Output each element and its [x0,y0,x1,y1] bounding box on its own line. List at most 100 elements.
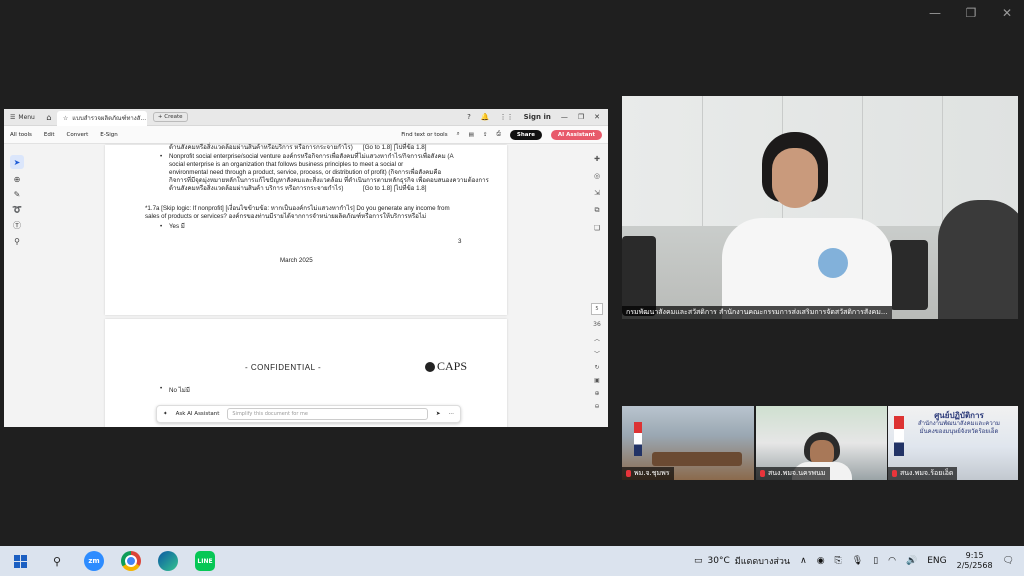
ask-ai-bar: ✦ Ask AI Assistant Simplify this documen… [156,405,461,423]
zoom-tray-icon[interactable]: ◉ [817,556,825,566]
zoom-app-icon[interactable]: zm [84,551,104,571]
edit-button[interactable]: Edit [44,132,55,138]
share-button[interactable]: Share [509,129,542,140]
convert-button[interactable]: Convert [67,132,89,138]
chevron-down-icon[interactable]: ﹀ [594,349,600,358]
find-text-field[interactable]: Find text or tools [401,132,447,138]
date: 2/5/2568 [956,561,993,570]
all-tools-button[interactable]: All tools [10,132,32,138]
print-icon[interactable]: ⎙ [496,131,500,138]
bell-icon[interactable]: 🔔 [481,113,490,121]
apps-icon[interactable]: ⋮⋮ [500,113,514,121]
comment-icon[interactable]: ✚ [594,155,600,163]
chevron-up-icon[interactable]: ︿ [594,334,600,343]
sign-in-link[interactable]: Sign in [524,113,551,121]
language-indicator[interactable]: ENG [927,556,946,566]
weather-widget[interactable]: ▭ 30°C มีแดดบางส่วน [694,554,790,568]
active-speaker-video[interactable]: กรมพัฒนาสังคมและสวัสดิการ สำนักงานคณะกรร… [622,96,1018,319]
participant-tile[interactable]: พม.จ.ชุมพร [622,406,754,480]
start-button[interactable] [10,551,30,571]
ask-ai-input[interactable]: Simplify this document for me [227,408,428,420]
star-icon[interactable]: ☆ [63,115,68,122]
windows-taskbar: ⚲ zm LINE ▭ 30°C มีแดดบางส่วน ∧ ◉ ⎘ 🎙 ▯ … [0,546,1024,576]
copy-icon[interactable]: ❏ [594,224,600,232]
save-icon[interactable]: ▣ [594,377,600,384]
minimize-icon[interactable]: — [928,6,942,20]
logo-icon [425,361,435,372]
meeting-window-controls: — ❐ ✕ [928,6,1014,20]
blind-line [942,96,943,226]
zoom-icon[interactable]: ⊕ [14,175,21,184]
participant-name-label: พม.จ.ชุมพร [622,467,674,480]
text-line: ด้านสังคมหรือสิ่งแวดล้อมผ่านสินค้า บริกา… [169,185,344,192]
weather-icon: ▭ [694,556,703,566]
body [722,218,892,319]
lasso-icon[interactable]: ➰ [12,205,22,214]
zoom-out-icon[interactable]: ⊖ [594,403,599,410]
chevron-up-icon[interactable]: ∧ [800,556,807,566]
ai-assistant-button[interactable]: AI Assistant [550,129,602,140]
document-tab[interactable]: ☆ แบบสำรวจผลิตภัณฑ์ทางสั... ✕ [56,110,147,126]
more-icon[interactable]: ⋯ [449,411,455,417]
send-icon[interactable]: ➤ [436,411,441,417]
weather-text: มีแดดบางส่วน [734,557,791,567]
battery-icon[interactable]: ▯ [873,556,878,566]
current-page-field[interactable]: 5 [591,303,603,315]
rotate-icon[interactable]: ↻ [594,364,599,371]
hamburger-icon: ☰ [10,113,16,121]
pages-icon[interactable]: ⧉ [595,206,600,215]
upload-icon[interactable]: ⇪ [483,132,488,138]
page-footer-date: March 2025 [280,257,313,264]
edge-icon[interactable] [158,551,178,571]
thumbnail-icon[interactable]: ▤ [469,132,474,138]
help-icon[interactable]: ? [467,113,471,121]
answer-option: No ไม่มี [160,385,190,395]
participant-tile[interactable]: ศูนย์ปฏิบัติการ สำนักงานพัฒนาสังคมและควา… [888,406,1018,480]
left-toolbar: ➤ ⊕ ✎ ➰ Ⓣ ⚲ [8,155,26,246]
close-icon[interactable]: ✕ [1000,6,1014,20]
second-person [938,200,1018,319]
zoom-in-icon[interactable]: ⊕ [594,390,599,397]
chair [622,236,656,316]
answer-option: Yes มี [160,223,185,231]
text-select-icon[interactable]: Ⓣ [13,220,21,231]
minimize-icon[interactable]: — [561,113,568,121]
text-line: กิจการที่มีจุดมุ่งหมายหลักในการแก้ไขปัญห… [169,177,489,184]
close-icon[interactable]: ✕ [594,113,600,121]
shared-pdf-viewer: ☰ Menu ⌂ ☆ แบบสำรวจผลิตภัณฑ์ทางสั... ✕ +… [4,109,608,427]
search-icon[interactable]: ⌕ [457,131,460,138]
participant-name-label: สนง.พมจ.นครพนม [756,467,830,480]
text-line: ด้านสังคมหรือสิ่งแวดล้อมผ่านสินค้าหรือบร… [169,144,353,151]
temperature: 30°C [707,556,730,566]
home-icon[interactable]: ⌂ [41,113,57,122]
line-app-icon[interactable]: LINE [195,551,215,571]
esign-button[interactable]: E-Sign [100,132,117,138]
select-cursor-icon[interactable]: ➤ [10,155,24,169]
participant-tile[interactable]: สนง.พมจ.นครพนม [756,406,887,480]
restore-icon[interactable]: ❐ [964,6,978,20]
face [772,148,818,208]
system-tray: ▭ 30°C มีแดดบางส่วน ∧ ◉ ⎘ 🎙 ▯ ◠ 🔊 ENG 9:… [694,551,1024,571]
stamp-icon[interactable]: ⚲ [14,237,20,246]
pdf-page: ด้านสังคมหรือสิ่งแวดล้อมผ่านสินค้าหรือบร… [105,144,507,315]
notification-icon[interactable]: 🗨 [1003,556,1014,566]
goto-link: [Go to 1.8] [ไปที่ข้อ 1.8] [363,185,427,192]
wifi-icon[interactable]: ◠ [888,556,896,566]
menu-button[interactable]: ☰ Menu [4,114,41,121]
chrome-icon[interactable] [121,551,141,571]
export-icon[interactable]: ⇲ [594,189,600,197]
ai-sparkle-icon: ✦ [163,411,168,417]
search-icon[interactable]: ⚲ [47,551,67,571]
restore-icon[interactable]: ❐ [578,113,584,121]
usb-icon[interactable]: ⎘ [835,556,842,566]
total-pages: 36 [593,321,601,328]
sticky-note-icon[interactable]: ◎ [594,172,600,180]
volume-icon[interactable]: 🔊 [906,556,917,566]
pen-icon[interactable]: ✎ [14,190,21,199]
clock[interactable]: 9:15 2/5/2568 [957,551,993,571]
goto-link: [Go to 1.8] [ไปที่ข้อ 1.8] [363,144,427,151]
create-button[interactable]: + Create [152,112,188,122]
blind-line [702,96,703,226]
participant-name-label: สนง.พมจ.ร้อยเอ็ด [888,467,958,480]
microphone-icon[interactable]: 🎙 [852,556,863,566]
